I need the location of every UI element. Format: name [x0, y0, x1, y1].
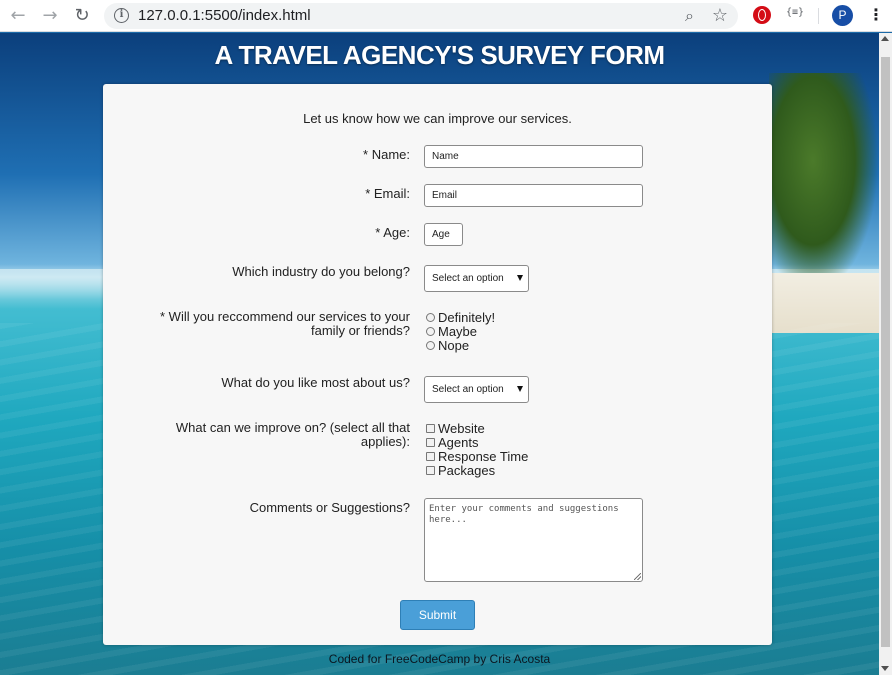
palm-trees-image	[769, 73, 879, 293]
name-input[interactable]: Name	[424, 145, 643, 168]
name-label: * Name:	[363, 147, 410, 162]
submit-button[interactable]: Submit	[400, 600, 475, 630]
industry-dropdown[interactable]: Select an option	[424, 265, 529, 292]
improve-label-line1: What can we improve on? (select all that	[175, 420, 410, 435]
recommend-label-line1: * Will you reccommend our services to yo…	[160, 309, 410, 324]
radio-button[interactable]	[426, 327, 435, 336]
page-footer: Coded for FreeCodeCamp by Cris Acosta	[328, 652, 551, 666]
info-icon[interactable]: i	[114, 8, 129, 23]
radio-label: Definitely!	[438, 310, 496, 325]
toolbar-divider	[818, 8, 819, 24]
checkbox-label: Website	[438, 421, 485, 436]
opera-extension-icon[interactable]	[753, 6, 771, 24]
profile-avatar[interactable]: P	[832, 5, 853, 26]
page-title: A TRAVEL AGENCY'S SURVEY FORM	[214, 40, 665, 70]
bookmark-star-icon[interactable]: ☆	[712, 5, 728, 26]
checkbox-label: Response Time	[438, 449, 529, 464]
back-arrow-icon[interactable]: ←	[8, 6, 28, 26]
address-bar[interactable]: i 127.0.0.1:5500/index.html ⌕ ☆	[104, 3, 738, 29]
scroll-thumb[interactable]	[881, 57, 890, 647]
checkbox[interactable]	[426, 466, 435, 475]
radio-button[interactable]	[426, 341, 435, 350]
improve-label: What can we improve on? (select all that…	[176, 421, 410, 449]
like-most-label: What do you like most about us?	[221, 375, 410, 390]
industry-label: Which industry do you belong?	[232, 264, 410, 279]
age-label: * Age:	[375, 225, 410, 240]
checkbox[interactable]	[426, 424, 435, 433]
kebab-menu-icon[interactable]: ⋮	[868, 5, 884, 24]
browser-toolbar: ← → ↻ i 127.0.0.1:5500/index.html ⌕ ☆ {≡…	[0, 0, 892, 32]
vertical-scrollbar[interactable]	[879, 33, 892, 675]
survey-form: Let us know how we can improve our servi…	[103, 84, 772, 645]
checkbox-label: Packages	[438, 463, 496, 478]
comments-placeholder: Enter your comments and suggestions here…	[429, 504, 619, 525]
email-label: * Email:	[365, 186, 410, 201]
checkbox[interactable]	[426, 452, 435, 461]
resize-handle-icon[interactable]	[634, 573, 641, 580]
industry-selected-value: Select an option	[432, 273, 504, 284]
chevron-down-icon	[517, 275, 523, 281]
chevron-down-icon	[517, 386, 523, 392]
comments-textarea[interactable]: Enter your comments and suggestions here…	[424, 498, 643, 582]
url-text[interactable]: 127.0.0.1:5500/index.html	[138, 7, 311, 24]
scroll-up-icon[interactable]	[881, 36, 889, 41]
comments-label: Comments or Suggestions?	[249, 500, 410, 515]
recommend-label-line2: family or friends?	[311, 323, 410, 338]
forward-arrow-icon[interactable]: →	[40, 6, 60, 26]
form-description: Let us know how we can improve our servi…	[303, 111, 572, 126]
radio-label: Nope	[438, 338, 470, 353]
reload-icon[interactable]: ↻	[72, 6, 92, 26]
checkbox[interactable]	[426, 438, 435, 447]
email-input[interactable]: Email	[424, 184, 643, 207]
checkbox-label: Agents	[438, 435, 479, 450]
recommend-label: * Will you reccommend our services to yo…	[160, 310, 410, 338]
like-most-selected-value: Select an option	[432, 384, 504, 395]
scroll-down-icon[interactable]	[881, 666, 889, 671]
radio-label: Maybe	[438, 324, 478, 339]
like-most-dropdown[interactable]: Select an option	[424, 376, 529, 403]
age-input[interactable]: Age	[424, 223, 463, 246]
radio-button[interactable]	[426, 313, 435, 322]
json-extension-icon[interactable]: {≡}	[786, 7, 804, 18]
zoom-icon[interactable]: ⌕	[685, 6, 694, 26]
improve-label-line2: applies):	[360, 434, 410, 449]
